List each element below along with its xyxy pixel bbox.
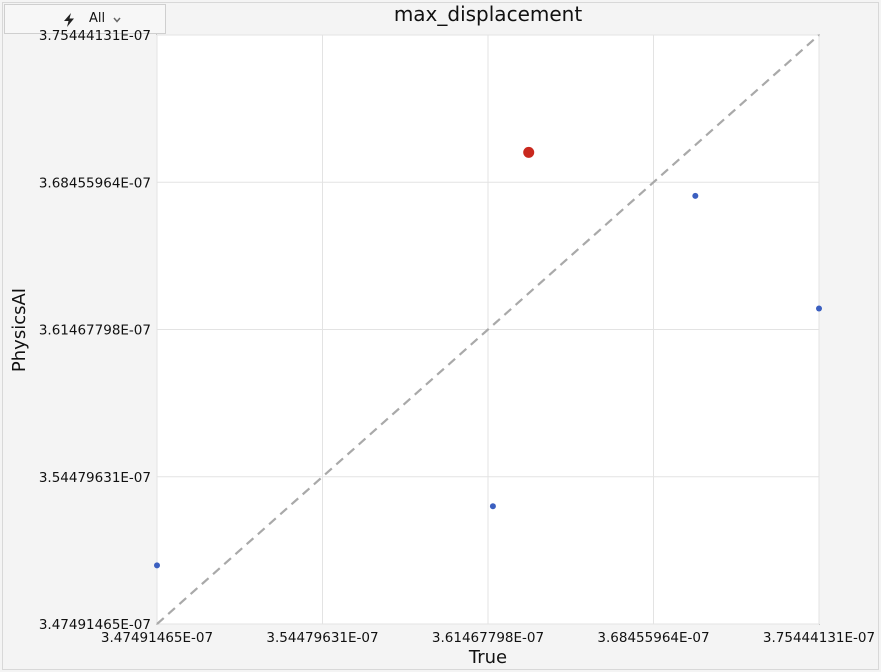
y-tick-label-1: 3.54479631E-07 [39,470,151,486]
y-axis-title: PhysicsAI [9,288,30,372]
data-point-highlighted[interactable] [523,146,535,158]
x-tick-label-4: 3.75444131E-07 [763,630,875,646]
x-axis-title: True [468,647,507,668]
y-tick-label-3: 3.68455964E-07 [39,175,151,191]
data-point-1[interactable] [489,503,496,510]
data-point-0[interactable] [154,562,160,569]
data-point-4[interactable] [816,305,822,312]
y-tick-labels: 3.47491465E-07 3.54479631E-07 3.61467798E-… [39,28,151,633]
x-tick-label-3: 3.68455964E-07 [597,630,709,646]
x-tick-labels: 3.47491465E-07 3.54479631E-07 3.61467798E-… [101,630,875,646]
x-tick-label-1: 3.54479631E-07 [266,630,378,646]
x-tick-label-2: 3.61467798E-07 [432,630,544,646]
y-tick-label-4: 3.75444131E-07 [39,28,151,44]
data-point-3[interactable] [692,192,699,199]
y-tick-label-0: 3.47491465E-07 [39,617,151,633]
y-tick-label-2: 3.61467798E-07 [39,323,151,339]
scatter-chart: 3.47491465E-07 3.54479631E-07 3.61467798E-… [9,28,875,668]
